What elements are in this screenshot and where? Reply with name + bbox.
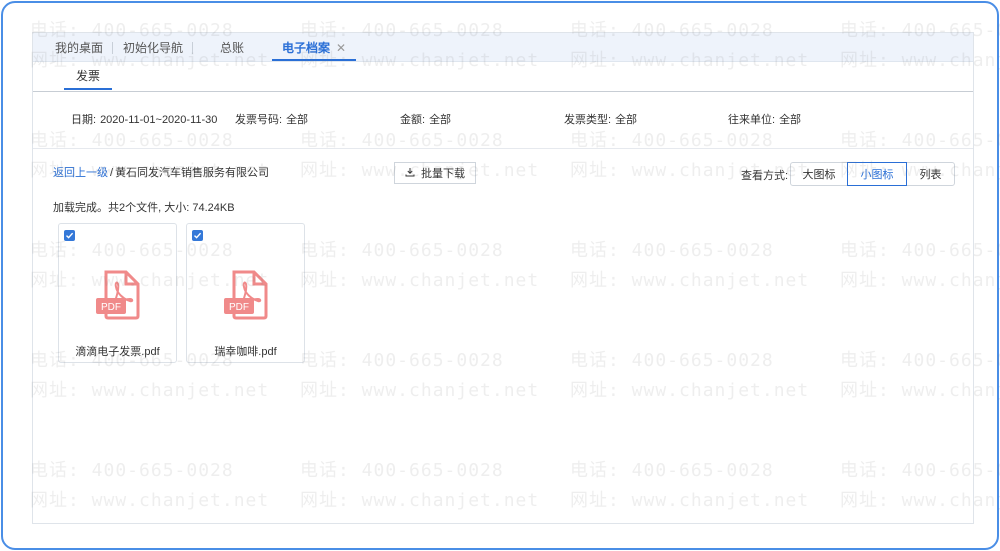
tab-e-archive[interactable]: 电子档案 ✕ (272, 33, 357, 61)
file-checkbox[interactable] (192, 230, 203, 241)
filter-label: 往来单位: (728, 114, 776, 126)
filter-label: 发票号码: (235, 114, 283, 126)
subtab-divider (33, 91, 973, 92)
view-list[interactable]: 列表 (906, 162, 955, 186)
batch-download-button[interactable]: 批量下载 (394, 162, 476, 184)
breadcrumb-current: 黄石同发汽车销售服务有限公司 (115, 167, 270, 179)
svg-text:PDF: PDF (229, 302, 249, 313)
pdf-icon: PDF (220, 268, 274, 325)
tab-general-ledger[interactable]: 总账 (210, 33, 254, 61)
tab-label: 电子档案 (282, 41, 331, 55)
load-status: 加载完成。共2个文件, 大小: 74.24KB (53, 202, 235, 214)
file-name: 瑞幸咖啡.pdf (214, 346, 277, 358)
filter-label: 日期: (71, 114, 97, 126)
filter-value: 全部 (615, 114, 638, 126)
filter-invoice-number[interactable]: 发票号码: 全部 (235, 111, 308, 127)
top-tab-bar: 我的桌面 初始化导航 总账 电子档案 ✕ (33, 33, 973, 62)
back-link[interactable]: 返回上一级 (53, 167, 108, 179)
filter-divider (33, 148, 973, 149)
filter-value: 2020-11-01~2020-11-30 (100, 114, 218, 126)
view-large-icons[interactable]: 大图标 (790, 162, 848, 186)
filter-value: 全部 (286, 114, 309, 126)
tab-label: 初始化导航 (123, 41, 184, 55)
filter-counterparty[interactable]: 往来单位: 全部 (728, 111, 801, 127)
file-card[interactable]: PDF 滴滴电子发票.pdf (58, 223, 177, 363)
view-mode-label: 查看方式: (741, 170, 789, 182)
tab-label: 总账 (220, 41, 245, 55)
filter-label: 发票类型: (564, 114, 612, 126)
pdf-icon: PDF (92, 268, 146, 325)
app-panel: 我的桌面 初始化导航 总账 电子档案 ✕ 发票 日期: 2020-11-01~202… (32, 32, 974, 524)
breadcrumb-separator: / (110, 167, 114, 179)
subtab-invoice[interactable]: 发票 (64, 64, 113, 90)
download-icon (405, 163, 415, 185)
filter-invoice-type[interactable]: 发票类型: 全部 (564, 111, 637, 127)
filter-amount[interactable]: 金额: 全部 (400, 111, 451, 127)
file-checkbox[interactable] (64, 230, 75, 241)
window-frame: 我的桌面 初始化导航 总账 电子档案 ✕ 发票 日期: 2020-11-01~202… (1, 1, 999, 550)
file-name: 滴滴电子发票.pdf (75, 346, 160, 358)
tab-label: 我的桌面 (55, 41, 104, 55)
filter-value: 全部 (429, 114, 452, 126)
breadcrumb: 返回上一级 / 黄石同发汽车销售服务有限公司 (53, 164, 269, 180)
file-card[interactable]: PDF 瑞幸咖啡.pdf (186, 223, 305, 363)
batch-download-label: 批量下载 (421, 168, 465, 180)
view-small-icons[interactable]: 小图标 (847, 162, 907, 186)
svg-text:PDF: PDF (101, 302, 121, 313)
tab-my-desktop[interactable]: 我的桌面 (45, 33, 114, 61)
close-icon[interactable]: ✕ (336, 41, 346, 55)
tab-init-nav[interactable]: 初始化导航 (113, 33, 194, 61)
filter-date[interactable]: 日期: 2020-11-01~2020-11-30 (71, 111, 217, 127)
filter-label: 金额: (400, 114, 426, 126)
filter-value: 全部 (779, 114, 802, 126)
